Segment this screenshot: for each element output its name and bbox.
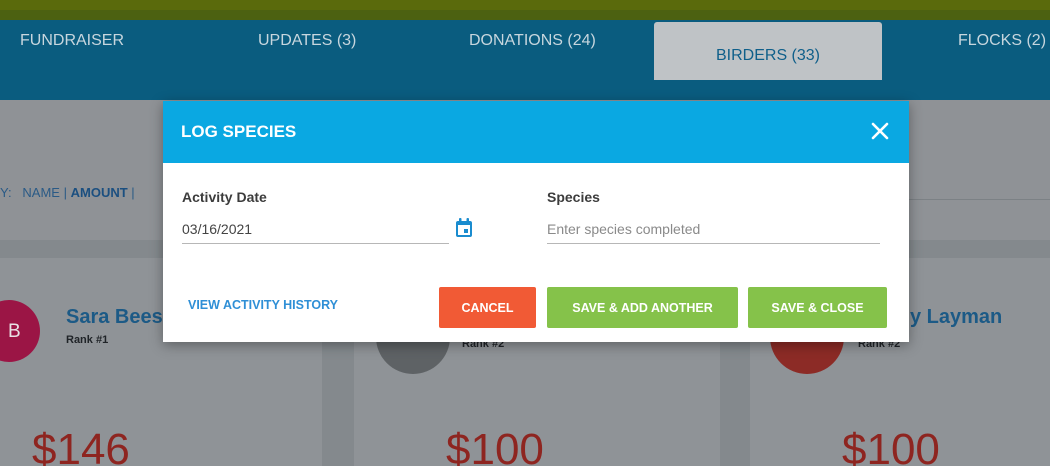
activity-date-input[interactable] [182,221,449,244]
sort-separator: | [63,185,67,200]
birder-amount: $100 [446,425,544,466]
tab-updates[interactable]: UPDATES (3) [258,32,356,50]
birder-rank: Rank #1 [66,334,109,346]
save-and-close-button[interactable]: SAVE & CLOSE [748,287,887,328]
close-icon[interactable] [871,122,891,142]
view-activity-history-link[interactable]: VIEW ACTIVITY HISTORY [188,298,338,312]
birder-name[interactable]: y Layman [910,306,1002,329]
species-label: Species [547,189,600,205]
cancel-button[interactable]: CANCEL [439,287,536,328]
save-and-add-another-button[interactable]: SAVE & ADD ANOTHER [547,287,738,328]
birder-amount: $100 [842,425,940,466]
tab-donations[interactable]: DONATIONS (24) [469,32,596,50]
avatar-initials: B [8,321,21,342]
search-underline [908,199,1050,200]
birder-amount: $146 [32,425,130,466]
sort-prefix: Y: [0,185,12,200]
sort-separator: | [131,185,135,200]
calendar-icon[interactable] [455,218,473,238]
tab-birders[interactable]: BIRDERS (33) [654,22,882,80]
log-species-dialog: LOG SPECIES Activity Date Species VIEW A… [163,101,909,342]
sort-bar: Y: NAME | AMOUNT | [0,185,135,200]
top-strip [0,0,1050,20]
top-strip-band [0,10,1050,20]
birder-name[interactable]: Sara Bees [66,306,163,329]
tab-fundraiser[interactable]: FUNDRAISER [20,32,124,50]
activity-date-label: Activity Date [182,189,267,205]
species-input[interactable] [547,221,880,244]
sort-by-name[interactable]: NAME [22,185,60,200]
tab-flocks[interactable]: FLOCKS (2) [958,32,1046,50]
dialog-title: LOG SPECIES [181,122,297,141]
dialog-header: LOG SPECIES [163,101,909,163]
sort-by-amount[interactable]: AMOUNT [71,185,128,200]
